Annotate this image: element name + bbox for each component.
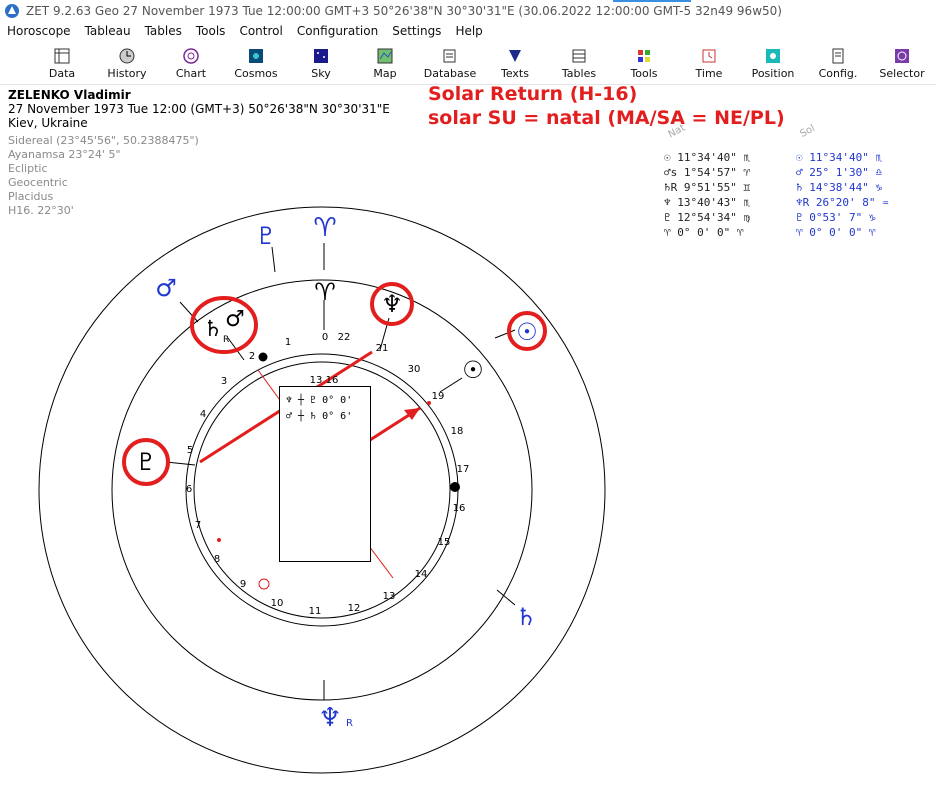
natal-mars-glyph: ♂ — [225, 307, 245, 332]
natal-neptune-glyph: ♆ — [381, 290, 403, 318]
red-dot — [217, 538, 221, 542]
solar-neptune-glyph: ♆ — [318, 703, 341, 733]
middle-tick — [439, 377, 463, 393]
aspect-info-box: ♆ ┼ ♇ 0° 0' ♂ ┼ ♄ 0° 6' — [279, 386, 371, 562]
black-dot — [450, 482, 460, 492]
harmonic-label: 11 — [309, 606, 322, 617]
harmonic-label: 8 — [214, 554, 220, 565]
solar-pluto-glyph: ♇ — [255, 222, 277, 250]
harmonic-label: 10 — [271, 598, 284, 609]
natal-saturn-glyph: ♄ — [203, 317, 223, 342]
harmonic-label: 17 — [457, 464, 470, 475]
harmonic-label: 15 — [438, 537, 451, 548]
solar-saturn-glyph: ♄ — [515, 603, 537, 631]
harmonic-label: 16 — [453, 503, 466, 514]
harmonic-label: 2 — [249, 351, 255, 362]
harmonic-label: 14 — [415, 569, 428, 580]
harmonic-label: 30 — [408, 364, 421, 375]
harmonic-label: 9 — [240, 579, 246, 590]
harmonic-label: 6 — [186, 484, 192, 495]
red-dot — [427, 401, 431, 405]
natal-saturn-retro: R — [223, 335, 229, 345]
harmonic-label: 0 — [322, 332, 328, 343]
harmonic-label: 1 — [285, 337, 291, 348]
red-dot — [258, 578, 270, 590]
horoscope-wheel[interactable]: ♇ ♈ ♂ ☉ ♄ ♆ R ♈ ♆ ☉ ♄ R ♂ ♇ 0 22 1 21 2 … — [0, 0, 936, 800]
harmonic-label: 22 — [338, 332, 351, 343]
aspect-row: ♆ ┼ ♇ 0° 0' — [286, 395, 353, 406]
harmonic-label: 7 — [195, 520, 201, 531]
aspect-row: ♂ ┼ ♄ 0° 6' — [286, 411, 353, 422]
harmonic-label: 12 — [348, 603, 361, 614]
harmonic-label: 3 — [221, 376, 227, 387]
solar-mars-glyph: ♂ — [155, 274, 177, 302]
harmonic-label: 5 — [187, 445, 193, 456]
middle-tick — [165, 461, 196, 466]
natal-sun-glyph: ☉ — [462, 356, 484, 384]
harmonic-label: 4 — [200, 409, 206, 420]
natal-aries-glyph: ♈ — [314, 278, 336, 306]
harmonic-label: 21 — [376, 343, 389, 354]
harmonic-label: 13 — [383, 591, 396, 602]
solar-aries-glyph: ♈ — [313, 213, 336, 243]
solar-sun-glyph: ☉ — [516, 318, 538, 346]
black-dot — [257, 351, 269, 363]
harmonic-label: 19 — [432, 391, 445, 402]
natal-pluto-glyph: ♇ — [135, 448, 157, 476]
solar-neptune-retro: R — [346, 718, 353, 729]
aspect-box-top-label: 13 16 — [310, 375, 339, 386]
harmonic-label: 18 — [451, 426, 464, 437]
outer-tick — [271, 246, 276, 273]
